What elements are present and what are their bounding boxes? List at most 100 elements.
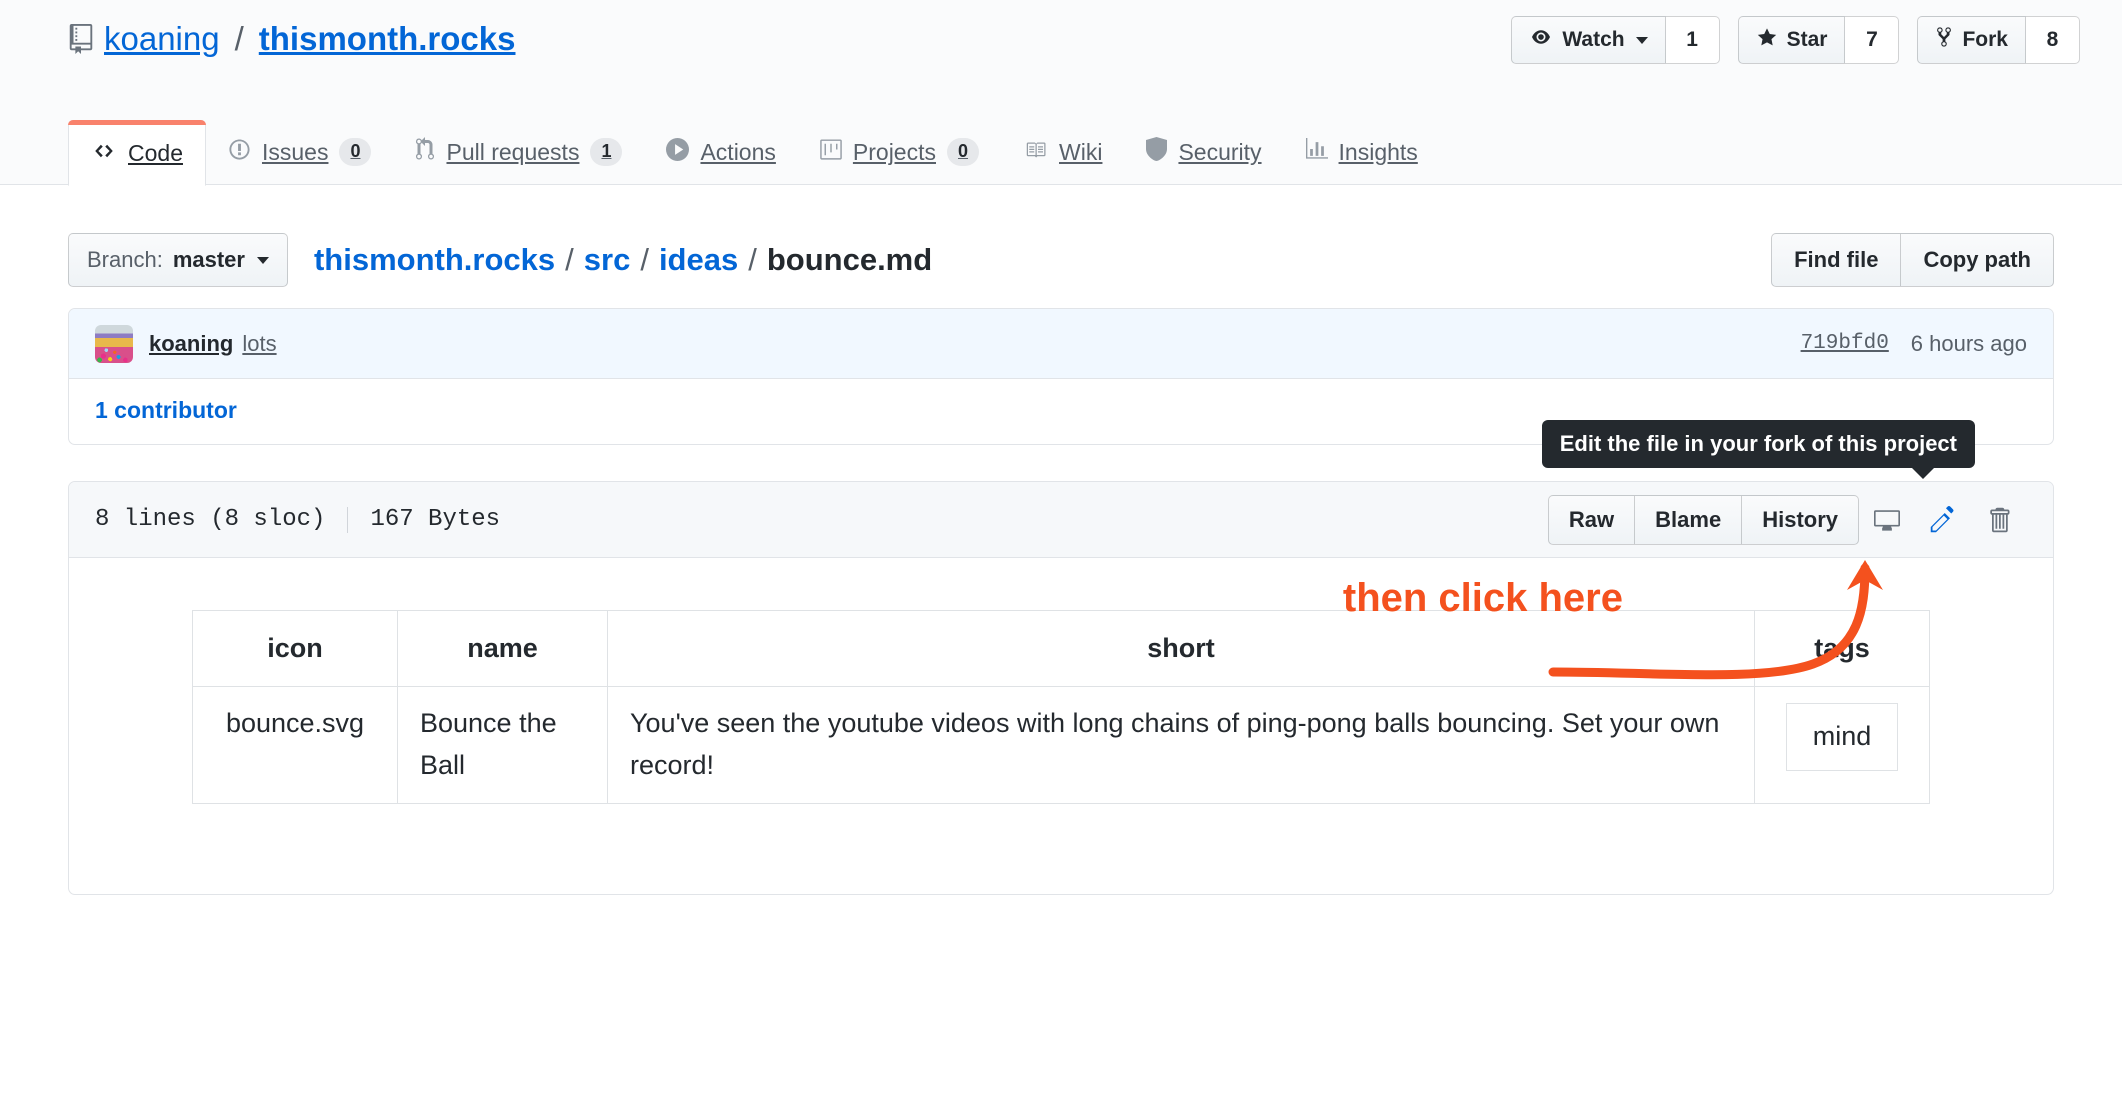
play-icon <box>666 137 690 167</box>
graph-icon <box>1305 138 1328 166</box>
code-icon <box>91 140 117 167</box>
file-line-count: 8 lines (8 sloc) <box>95 506 326 533</box>
file-navigation-row: Branch: master thismonth.rocks / src / i… <box>68 230 2054 290</box>
blame-button[interactable]: Blame <box>1635 494 1743 545</box>
git-pull-request-icon <box>415 137 435 167</box>
watch-label: Watch <box>1562 28 1625 51</box>
tab-wiki-label: Wiki <box>1059 138 1103 165</box>
tab-issues-counter: 0 <box>339 138 372 166</box>
repo-title-separator: / <box>234 20 244 57</box>
tab-wiki[interactable]: Wiki <box>1001 119 1124 185</box>
tab-code-label: Code <box>128 139 183 166</box>
repo-forked-icon <box>1935 26 1953 54</box>
pencil-icon[interactable] <box>1915 495 1971 545</box>
table-body: bounce.svg Bounce the Ball You've seen t… <box>192 686 1930 804</box>
commit-row: koaning lots 719bfd0 6 hours ago <box>69 309 2053 379</box>
repository-nav-tabs: Code Issues 0 Pull requests 1 Actions Pr… <box>68 118 1440 186</box>
breadcrumb-separator: / <box>565 242 574 277</box>
repo-name-link[interactable]: thismonth.rocks <box>259 22 516 55</box>
tab-insights[interactable]: Insights <box>1284 119 1440 185</box>
tab-projects[interactable]: Projects 0 <box>798 119 1001 185</box>
star-button[interactable]: Star <box>1737 16 1846 64</box>
breadcrumb: thismonth.rocks / src / ideas / bounce.m… <box>314 242 932 278</box>
rendered-markdown-body: icon name short tags bounce.svg Bounce t… <box>69 558 2053 894</box>
book-icon <box>1023 139 1048 166</box>
file-info: 8 lines (8 sloc) 167 Bytes <box>95 506 500 533</box>
repository-header: koaning / thismonth.rocks Watch 1 Star 7… <box>0 0 2122 186</box>
breadcrumb-separator: / <box>748 242 757 277</box>
chevron-down-icon <box>256 256 269 264</box>
fork-label: Fork <box>1962 28 2008 51</box>
star-label: Star <box>1786 28 1828 51</box>
fork-button[interactable]: Fork <box>1917 16 2026 64</box>
column-header-tags: tags <box>1754 610 1930 687</box>
table-head: icon name short tags <box>192 610 1930 687</box>
breadcrumb-item-file: bounce.md <box>766 242 933 277</box>
commit-author-link[interactable]: koaning <box>149 331 233 357</box>
file-size: 167 Bytes <box>370 506 501 533</box>
trash-icon[interactable] <box>1971 495 2027 545</box>
breadcrumb-separator: / <box>640 242 649 277</box>
contributors-link[interactable]: 1 contributor <box>95 397 237 423</box>
tab-security[interactable]: Security <box>1124 119 1283 185</box>
divider <box>347 506 349 533</box>
repo-owner-link[interactable]: koaning <box>104 22 220 55</box>
commit-timestamp: 6 hours ago <box>1910 330 2027 356</box>
breadcrumb-item-repo[interactable]: thismonth.rocks <box>314 242 555 278</box>
main-content: Branch: master thismonth.rocks / src / i… <box>68 230 2054 895</box>
star-button-group: Star 7 <box>1737 16 1900 64</box>
fork-button-group: Fork 8 <box>1917 16 2080 64</box>
file-navigation-actions: Find file Copy path <box>1771 233 2054 287</box>
avatar <box>95 324 133 363</box>
history-button[interactable]: History <box>1742 494 1859 545</box>
branch-selector-button[interactable]: Branch: master <box>68 233 288 287</box>
watch-button-group: Watch 1 <box>1511 16 1720 64</box>
tab-insights-label: Insights <box>1338 138 1418 165</box>
commit-sha[interactable]: 719bfd0 <box>1801 332 1889 355</box>
branch-selector-value: master <box>172 247 245 272</box>
chevron-down-icon <box>1635 36 1648 44</box>
breadcrumb-item-ideas[interactable]: ideas <box>659 242 738 278</box>
table-row: bounce.svg Bounce the Ball You've seen t… <box>192 686 1930 804</box>
breadcrumb-item-src[interactable]: src <box>584 242 631 278</box>
file-header: 8 lines (8 sloc) 167 Bytes Raw Blame His… <box>69 482 2053 558</box>
repository-title: koaning / thismonth.rocks <box>68 22 515 55</box>
column-header-short: short <box>607 610 1755 687</box>
repo-icon <box>68 23 94 54</box>
star-count[interactable]: 7 <box>1845 16 1900 64</box>
column-header-icon: icon <box>192 610 398 687</box>
table-header-row: icon name short tags <box>192 610 1930 687</box>
tab-pull-requests-counter: 1 <box>590 138 623 166</box>
tab-code[interactable]: Code <box>68 120 206 186</box>
markdown-table: icon name short tags bounce.svg Bounce t… <box>192 610 1930 804</box>
commit-metadata: 719bfd0 6 hours ago <box>1801 331 2027 357</box>
tab-actions[interactable]: Actions <box>644 119 797 185</box>
desktop-download-icon[interactable] <box>1859 495 1915 545</box>
tag-badge: mind <box>1785 703 1899 771</box>
shield-icon <box>1146 137 1168 167</box>
file-content-box: Edit the file in your fork of this proje… <box>68 420 2054 895</box>
copy-path-button[interactable]: Copy path <box>1901 233 2054 287</box>
tab-issues[interactable]: Issues 0 <box>206 119 394 185</box>
cell-name: Bounce the Ball <box>397 686 608 804</box>
project-icon <box>820 138 842 167</box>
commit-message-link[interactable]: lots <box>242 331 276 357</box>
raw-button[interactable]: Raw <box>1547 494 1636 545</box>
tab-projects-counter: 0 <box>947 138 980 166</box>
watch-count[interactable]: 1 <box>1665 16 1720 64</box>
find-file-button[interactable]: Find file <box>1771 233 1902 287</box>
eye-icon <box>1529 28 1553 52</box>
repo-social-actions: Watch 1 Star 7 Fork 8 <box>1511 16 2080 64</box>
issue-opened-icon <box>228 138 251 167</box>
file-actions: Raw Blame History <box>1547 494 2027 545</box>
tab-projects-label: Projects <box>852 138 936 165</box>
cell-tags: mind <box>1754 686 1930 804</box>
branch-selector-label: Branch: <box>87 247 163 272</box>
cell-icon: bounce.svg <box>192 686 398 804</box>
tab-pull-requests[interactable]: Pull requests 1 <box>393 119 644 185</box>
tab-actions-label: Actions <box>700 138 776 165</box>
fork-count[interactable]: 8 <box>2026 16 2080 64</box>
watch-button[interactable]: Watch <box>1511 16 1666 64</box>
tab-pull-requests-label: Pull requests <box>446 138 580 165</box>
github-file-view-page: koaning / thismonth.rocks Watch 1 Star 7… <box>0 0 2122 1110</box>
